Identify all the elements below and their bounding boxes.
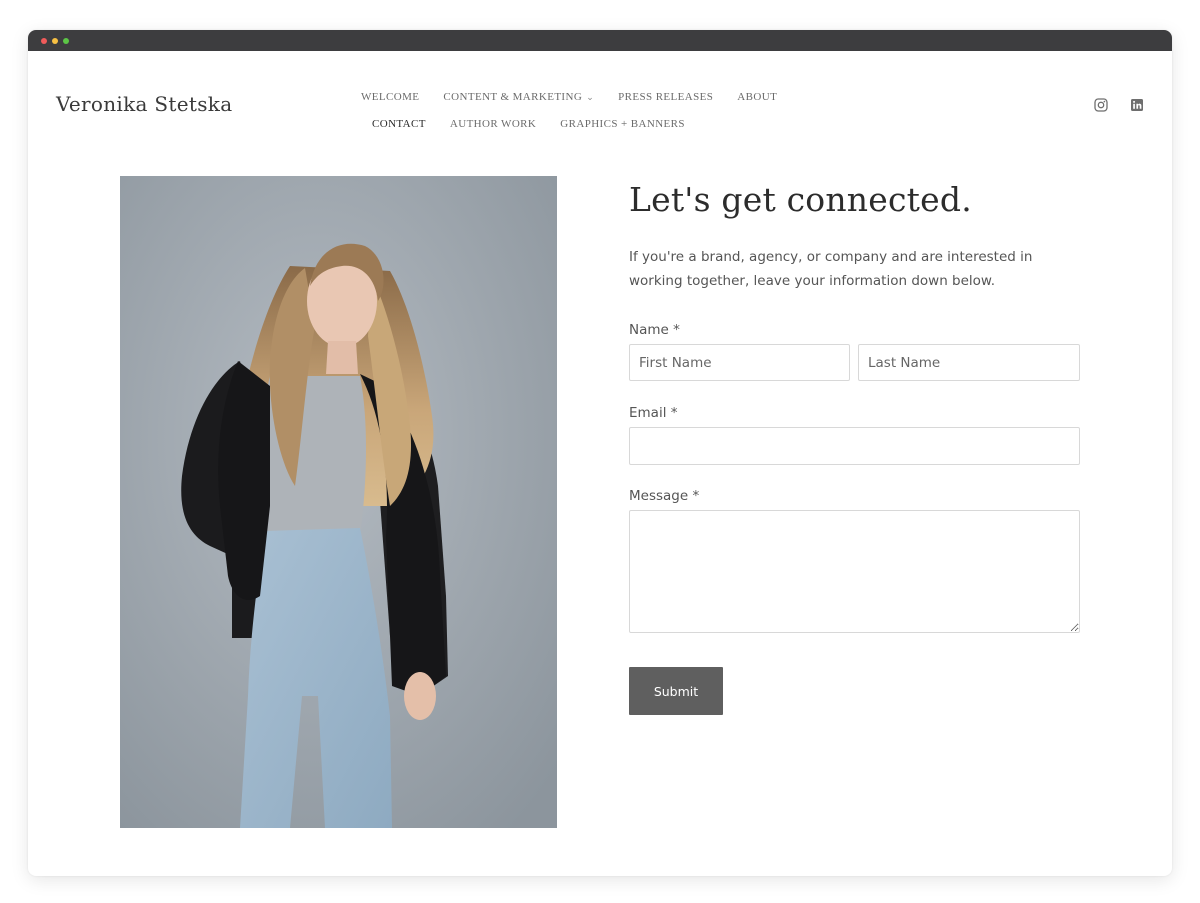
chevron-down-icon: ⌄	[586, 92, 595, 102]
email-input[interactable]	[629, 427, 1080, 465]
portrait-photo	[120, 176, 557, 828]
browser-window: Veronika Stetska WELCOME CONTENT & MARKET…	[28, 30, 1172, 876]
linkedin-icon[interactable]	[1130, 98, 1144, 112]
minimize-window-button[interactable]	[52, 38, 58, 44]
nav-row-2: CONTACT AUTHOR WORK GRAPHICS + BANNERS	[372, 112, 709, 131]
email-label: Email *	[629, 405, 678, 421]
message-label: Message *	[629, 488, 700, 504]
nav-item-about[interactable]: ABOUT	[737, 91, 777, 103]
browser-titlebar	[28, 30, 1172, 51]
first-name-input[interactable]	[629, 344, 850, 381]
site-logo[interactable]: Veronika Stetska	[56, 92, 232, 116]
instagram-icon[interactable]	[1094, 98, 1108, 112]
close-window-button[interactable]	[41, 38, 47, 44]
page-title: Let's get connected.	[629, 180, 972, 219]
nav-item-contact[interactable]: CONTACT	[372, 118, 426, 130]
intro-text: If you're a brand, agency, or company an…	[629, 249, 1033, 289]
nav-item-press-releases[interactable]: PRESS RELEASES	[618, 91, 713, 103]
submit-button[interactable]: Submit	[629, 667, 723, 715]
portrait-illustration	[120, 176, 557, 828]
last-name-input[interactable]	[858, 344, 1080, 381]
nav-item-author-work[interactable]: AUTHOR WORK	[450, 118, 536, 130]
name-label: Name *	[629, 322, 680, 338]
nav-item-graphics-banners[interactable]: GRAPHICS + BANNERS	[560, 118, 685, 130]
nav-item-welcome[interactable]: WELCOME	[361, 91, 419, 103]
nav-item-label: CONTENT & MARKETING	[443, 91, 583, 103]
nav-row-1: WELCOME CONTENT & MARKETING ⌄ PRESS RELEASE…	[361, 85, 801, 104]
message-textarea[interactable]	[629, 510, 1080, 633]
maximize-window-button[interactable]	[63, 38, 69, 44]
nav-item-content-marketing[interactable]: CONTENT & MARKETING ⌄	[443, 91, 594, 103]
